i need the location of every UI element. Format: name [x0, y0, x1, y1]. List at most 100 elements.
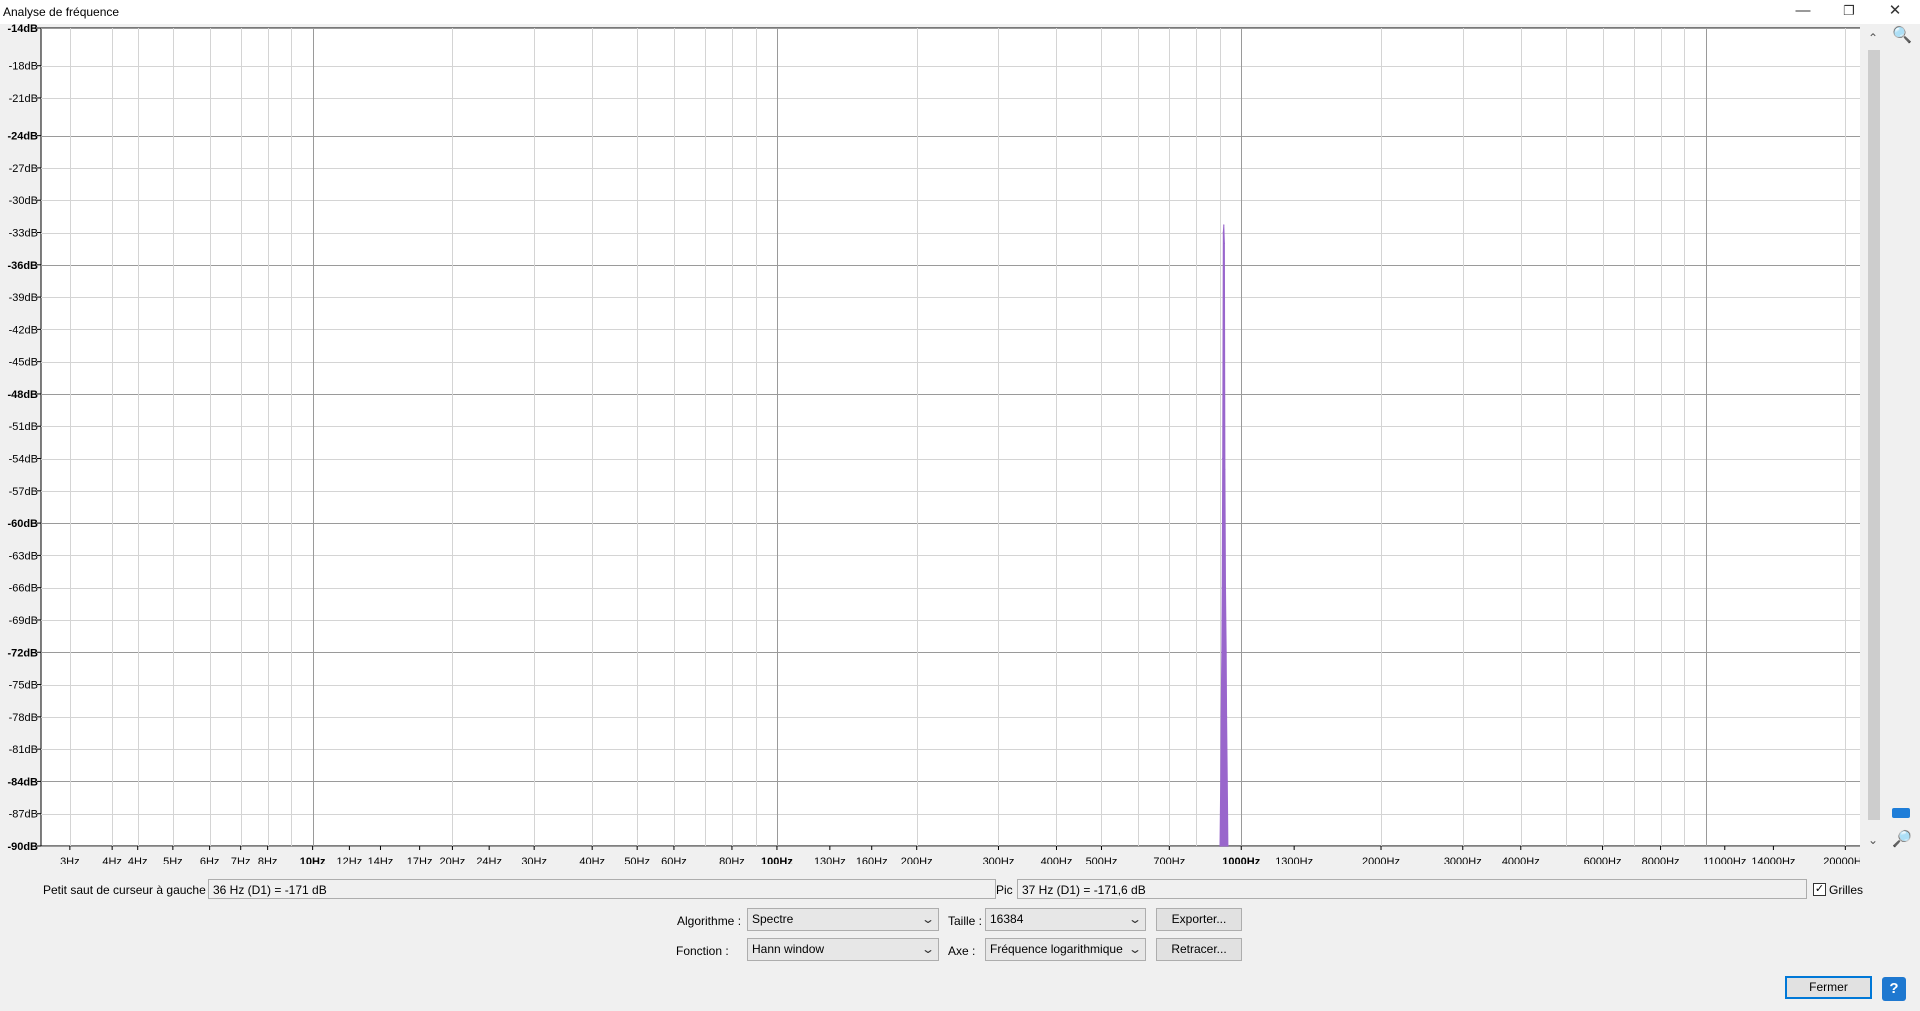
- spectrum-point: [1222, 231, 1224, 234]
- x-tick-label: 30Hz: [521, 856, 547, 864]
- x-tick-label: 60Hz: [661, 856, 687, 864]
- help-icon[interactable]: ?: [1882, 977, 1906, 1001]
- y-tick-label: -48dB: [7, 389, 38, 401]
- x-tick-label: 3000Hz: [1444, 856, 1482, 864]
- size-label: Taille :: [948, 914, 983, 928]
- zoom-in-icon[interactable]: 🔍: [1892, 26, 1912, 46]
- y-tick-label: -21dB: [9, 93, 38, 105]
- title-bar: Analyse de fréquence — ❐ ✕: [0, 0, 1920, 24]
- y-tick-label: -51dB: [9, 421, 38, 433]
- grid-checkbox[interactable]: ✓: [1813, 883, 1826, 896]
- y-tick-label: -30dB: [9, 195, 38, 207]
- spectrum-point: [1224, 587, 1227, 589]
- y-tick-label: -18dB: [9, 61, 38, 73]
- x-tick-label: 10Hz: [300, 856, 326, 864]
- chevron-down-icon: ⌄: [1127, 912, 1143, 926]
- x-tick-label: 5Hz: [163, 856, 183, 864]
- x-tick-label: 100Hz: [761, 856, 793, 864]
- x-tick-label: 24Hz: [476, 856, 502, 864]
- y-tick-label: -45dB: [9, 357, 38, 369]
- cursor-value-field: 36 Hz (D1) = -171 dB: [208, 879, 996, 899]
- close-icon[interactable]: ✕: [1872, 0, 1918, 24]
- x-tick-label: 11000Hz: [1703, 856, 1746, 864]
- x-tick-label: 1300Hz: [1275, 856, 1313, 864]
- window-title: Analyse de fréquence: [3, 5, 120, 19]
- spectrum-point: [1219, 845, 1221, 847]
- size-select[interactable]: 16384 ⌄: [985, 908, 1146, 931]
- cursor-label: Petit saut de curseur à gauche :: [43, 883, 213, 897]
- function-value: Hann window: [752, 942, 825, 956]
- scroll-down-icon[interactable]: ⌄: [1865, 832, 1881, 848]
- algorithm-select[interactable]: Spectre ⌄: [747, 908, 939, 931]
- axis-select[interactable]: Fréquence logarithmique ⌄: [985, 938, 1146, 961]
- x-tick-label: 6000Hz: [1584, 856, 1622, 864]
- zoom-slider-handle[interactable]: [1892, 808, 1910, 818]
- y-tick-label: -27dB: [9, 163, 38, 175]
- x-tick-label: 1000Hz: [1222, 856, 1260, 864]
- peak-label: Pic :: [996, 883, 1020, 897]
- y-tick-label: -54dB: [9, 454, 38, 466]
- spectrum-point: [1222, 457, 1224, 460]
- spectrum-chart[interactable]: -14dB -18dB -21dB -24dB -27dB -30dB -33dB -36dB…: [0, 24, 1860, 864]
- grid-label: Grilles: [1829, 883, 1864, 897]
- zoom-out-icon[interactable]: 🔎: [1892, 830, 1912, 850]
- chevron-down-icon: ⌄: [920, 912, 936, 926]
- maximize-icon[interactable]: ❐: [1826, 0, 1872, 24]
- y-tick-label: -78dB: [9, 712, 38, 724]
- size-value: 16384: [990, 912, 1024, 926]
- x-tick-label: 6Hz: [200, 856, 220, 864]
- y-tick-label: -90dB: [7, 841, 38, 853]
- y-tick-label: -69dB: [9, 615, 38, 627]
- close-button[interactable]: Fermer: [1785, 976, 1872, 999]
- y-tick-label: -81dB: [9, 744, 38, 756]
- chevron-down-icon: ⌄: [920, 942, 936, 956]
- redraw-button[interactable]: Retracer...: [1156, 938, 1242, 961]
- y-tick-label: -39dB: [9, 292, 38, 304]
- x-tick-label: 80Hz: [719, 856, 745, 864]
- x-tick-label: 400Hz: [1041, 856, 1073, 864]
- x-tick-label: 130Hz: [814, 856, 846, 864]
- x-tick-label: 4Hz: [128, 856, 148, 864]
- spectrum-point: [1225, 651, 1227, 653]
- x-tick-label: 8Hz: [258, 856, 278, 864]
- y-tick-label: -60dB: [7, 518, 38, 530]
- x-tick-label: 700Hz: [1153, 856, 1185, 864]
- scroll-up-icon[interactable]: ⌃: [1865, 30, 1881, 46]
- y-tick-label: -33dB: [9, 228, 38, 240]
- y-tick-label: -63dB: [9, 550, 38, 562]
- chevron-down-icon: ⌄: [1127, 942, 1143, 956]
- axis-label: Axe :: [948, 944, 976, 958]
- x-tick-label: 17Hz: [407, 856, 433, 864]
- vertical-scrollbar[interactable]: ⌃ ⌄: [1864, 28, 1882, 848]
- y-tick-label: -14dB: [7, 24, 38, 35]
- x-tick-label: 4Hz: [102, 856, 122, 864]
- spectrum-point: [1226, 780, 1228, 783]
- minimize-icon[interactable]: —: [1780, 0, 1826, 24]
- y-tick-label: -84dB: [7, 776, 38, 788]
- x-tick-label: 50Hz: [624, 856, 650, 864]
- function-label: Fonction :: [676, 944, 729, 958]
- x-tick-label: 20000Hz: [1823, 856, 1860, 864]
- export-button[interactable]: Exporter...: [1156, 908, 1242, 931]
- spectrum-point: [1223, 224, 1225, 226]
- x-tick-label: 300Hz: [983, 856, 1015, 864]
- spectrum-point: [1226, 716, 1228, 718]
- function-select[interactable]: Hann window ⌄: [747, 938, 939, 961]
- y-tick-label: -42dB: [9, 324, 38, 336]
- y-tick-label: -72dB: [7, 647, 38, 659]
- x-tick-label: 200Hz: [901, 856, 933, 864]
- x-tick-label: 3Hz: [60, 856, 80, 864]
- spectrum-point: [1221, 651, 1223, 653]
- x-tick-label: 4000Hz: [1502, 856, 1540, 864]
- scrollbar-thumb[interactable]: [1868, 50, 1880, 820]
- x-tick-label: 20Hz: [440, 856, 466, 864]
- y-tick-label: -87dB: [9, 809, 38, 821]
- y-tick-label: -57dB: [9, 486, 38, 498]
- x-tick-label: 14000Hz: [1751, 856, 1795, 864]
- x-tick-label: 7Hz: [231, 856, 251, 864]
- axis-value: Fréquence logarithmique: [990, 942, 1123, 956]
- peak-value-field: 37 Hz (D1) = -171,6 dB: [1017, 879, 1807, 899]
- algorithm-label: Algorithme :: [677, 914, 742, 928]
- x-tick-label: 500Hz: [1086, 856, 1118, 864]
- x-tick-label: 8000Hz: [1642, 856, 1680, 864]
